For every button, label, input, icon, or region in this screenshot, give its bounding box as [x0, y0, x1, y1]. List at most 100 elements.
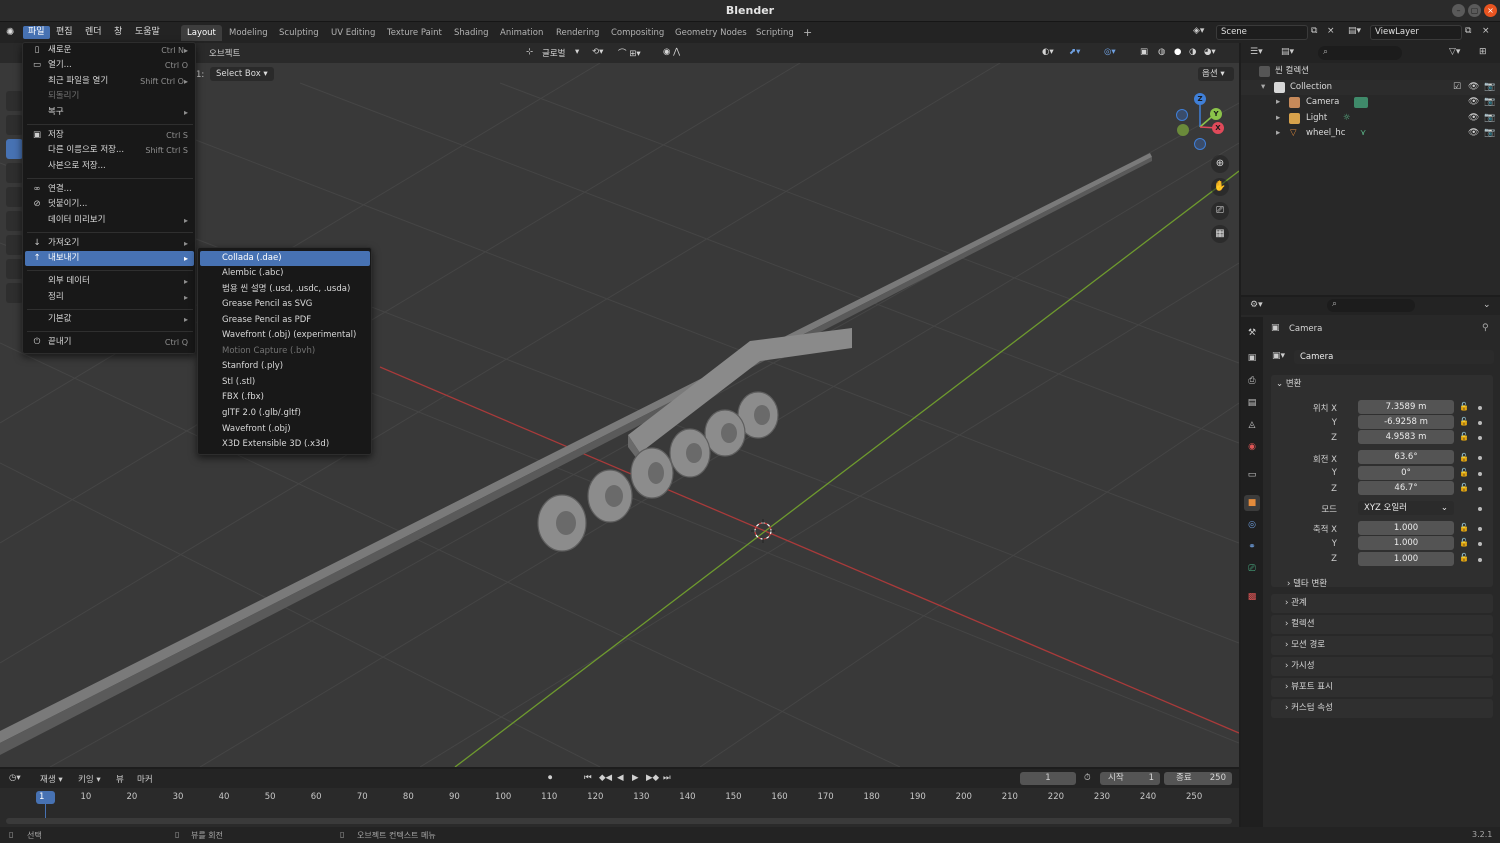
export-grease-pencil-pdf[interactable]: Grease Pencil as PDF [200, 313, 370, 328]
collection-tab-icon[interactable]: ▭ [1244, 467, 1260, 483]
scale-z-field[interactable]: 1.000 [1358, 552, 1454, 566]
jump-end-icon[interactable]: ⏭ [663, 773, 671, 783]
menu-item-quit[interactable]: ⏻ 끝내기 Ctrl Q [25, 335, 194, 350]
minimize-button[interactable]: – [1452, 4, 1465, 17]
menu-item-recover[interactable]: 복구 ▸ [25, 105, 194, 120]
delta-transform-subpanel[interactable]: › 델타 변환 [1287, 577, 1327, 589]
orientation-dropdown[interactable]: 글로벌 [542, 47, 565, 59]
menu-render[interactable]: 렌더 [80, 26, 107, 39]
texture-tab-icon[interactable]: ▩ [1244, 589, 1260, 605]
end-frame-field[interactable]: 종료 250 [1164, 772, 1232, 785]
visibility-panel[interactable]: › 가시성 [1271, 657, 1493, 676]
location-y-field[interactable]: -6.9258 m [1358, 415, 1454, 429]
keyframe-dot-icon[interactable] [1478, 456, 1482, 460]
gizmo-x-axis[interactable]: X [1212, 122, 1224, 134]
collections-panel[interactable]: › 컬렉션 [1271, 615, 1493, 634]
timeline-scrollbar[interactable] [6, 818, 1232, 824]
filter-icon[interactable]: ▽▾ [1449, 47, 1460, 57]
keyframe-dot-icon[interactable] [1478, 527, 1482, 531]
options-chevron-icon[interactable]: ⌄ [1483, 300, 1491, 310]
menu-help[interactable]: 도움말 [130, 26, 165, 39]
camera-data-icon[interactable] [1354, 97, 1368, 108]
camera-render-icon[interactable]: 📷 [1484, 95, 1495, 110]
camera-render-icon[interactable]: 📷 [1484, 126, 1495, 141]
editor-type-icon[interactable]: ◷▾ [9, 773, 21, 783]
lock-icon[interactable]: 🔓 [1459, 468, 1469, 478]
export-wavefront-experimental[interactable]: Wavefront (.obj) (experimental) [200, 328, 370, 343]
start-frame-field[interactable]: 시작 1 [1100, 772, 1160, 785]
new-collection-icon[interactable]: ⊞ [1479, 47, 1487, 57]
menu-edit[interactable]: 편집 [51, 26, 78, 39]
blender-logo-icon[interactable]: ✺ [6, 26, 19, 39]
stopwatch-icon[interactable]: ⏱ [1084, 773, 1091, 783]
view-menu[interactable]: 뷰 [116, 773, 124, 785]
expand-arrow-icon[interactable]: ▸ [1276, 95, 1280, 110]
cursor-tool[interactable] [6, 115, 23, 135]
gizmo-toggle-icon[interactable]: ⬈▾ [1069, 47, 1080, 57]
keyframe-dot-icon[interactable] [1478, 472, 1482, 476]
object-type-icon[interactable]: ▣▾ [1272, 351, 1285, 361]
expand-arrow-icon[interactable]: ▸ [1276, 126, 1280, 141]
gizmo-z-axis[interactable]: Z [1194, 93, 1206, 105]
tab-scripting[interactable]: Scripting [750, 25, 800, 41]
outliner-object-wheel[interactable]: ▸ ▽ wheel_hc ⋎ 👁 📷 [1241, 126, 1500, 141]
object-data-tab-icon[interactable]: ⎚ [1244, 561, 1260, 577]
lock-icon[interactable]: 🔓 [1459, 417, 1469, 427]
menu-window[interactable]: 창 [109, 26, 127, 39]
move-tool[interactable] [6, 139, 23, 159]
lock-icon[interactable]: 🔓 [1459, 402, 1469, 412]
constraints-tab-icon[interactable]: ⚭ [1244, 539, 1260, 555]
shading-rendered-icon[interactable]: ◕▾ [1204, 47, 1216, 57]
tab-geometry-nodes[interactable]: Geometry Nodes [669, 25, 753, 41]
properties-search-input[interactable]: ⌕ [1327, 299, 1415, 312]
lock-icon[interactable]: 🔓 [1459, 523, 1469, 533]
new-viewlayer-icon[interactable]: ⧉ [1465, 26, 1471, 36]
remove-scene-icon[interactable]: × [1327, 26, 1335, 36]
camera-view-icon[interactable]: ⎚ [1211, 202, 1229, 220]
world-tab-icon[interactable]: ◉ [1244, 439, 1260, 455]
shading-material-icon[interactable]: ◑ [1189, 47, 1196, 57]
menu-item-open[interactable]: ▭ 열기... Ctrl O [25, 58, 194, 73]
scene-tab-icon[interactable]: ◬ [1244, 417, 1260, 433]
tab-rendering[interactable]: Rendering [550, 25, 605, 41]
light-data-icon[interactable]: ☼ [1343, 111, 1351, 126]
location-x-field[interactable]: 7.3589 m [1358, 400, 1454, 414]
marker-menu[interactable]: 마커 [137, 773, 153, 785]
transform-panel-header[interactable]: ⌄ 변환 [1276, 377, 1301, 389]
remove-viewlayer-icon[interactable]: × [1482, 26, 1490, 36]
menu-item-save-as[interactable]: 다른 이름으로 저장... Shift Ctrl S [25, 143, 194, 158]
expand-arrow-icon[interactable]: ▸ [1276, 111, 1280, 126]
play-reverse-icon[interactable]: ◀ [617, 773, 624, 783]
keyframe-dot-icon[interactable] [1478, 406, 1482, 410]
location-z-field[interactable]: 4.9583 m [1358, 430, 1454, 444]
select-mode-dropdown[interactable]: Select Box ▾ [210, 67, 274, 81]
object-name-field[interactable]: Camera [1294, 350, 1494, 364]
menu-item-new[interactable]: ▯ 새로운 Ctrl N▸ [25, 43, 194, 58]
transform-orientation-icon[interactable]: ⊹ [526, 47, 533, 57]
eye-icon[interactable]: 👁 [1468, 126, 1479, 141]
perspective-grid-icon[interactable]: ▦ [1211, 225, 1229, 243]
menu-item-data-previews[interactable]: 데이터 미리보기 ▸ [25, 213, 194, 228]
export-gltf[interactable]: glTF 2.0 (.glb/.gltf) [200, 406, 370, 421]
menu-item-link[interactable]: ∞ 연결... [25, 182, 194, 197]
close-button[interactable]: × [1484, 4, 1497, 17]
scale-x-field[interactable]: 1.000 [1358, 521, 1454, 535]
xray-icon[interactable]: ▣ [1140, 47, 1148, 57]
expand-arrow-icon[interactable]: ▾ [1261, 80, 1265, 95]
gizmo-y-axis[interactable]: Y [1210, 108, 1222, 120]
menu-item-export[interactable]: ↑ 내보내기 ▸ [25, 251, 194, 266]
menu-item-save-copy[interactable]: 사본으로 저장... [25, 159, 194, 174]
export-grease-pencil-svg[interactable]: Grease Pencil as SVG [200, 297, 370, 312]
keyframe-dot-icon[interactable] [1478, 558, 1482, 562]
outliner-scene-collection[interactable]: 씬 컬렉션 [1241, 64, 1500, 79]
export-stanford-ply[interactable]: Stanford (.ply) [200, 359, 370, 374]
add-workspace-button[interactable]: + [797, 25, 818, 41]
lock-icon[interactable]: 🔓 [1459, 453, 1469, 463]
gizmo-neg-z[interactable] [1176, 109, 1188, 121]
eye-icon[interactable]: 👁 [1468, 95, 1479, 110]
output-tab-icon[interactable]: ⎙ [1244, 373, 1260, 389]
scene-field[interactable]: Scene [1216, 25, 1308, 40]
keyframe-dot-icon[interactable] [1478, 487, 1482, 491]
custom-properties-panel[interactable]: › 커스텀 속성 [1271, 699, 1493, 718]
camera-render-icon[interactable]: 📷 [1484, 111, 1495, 126]
